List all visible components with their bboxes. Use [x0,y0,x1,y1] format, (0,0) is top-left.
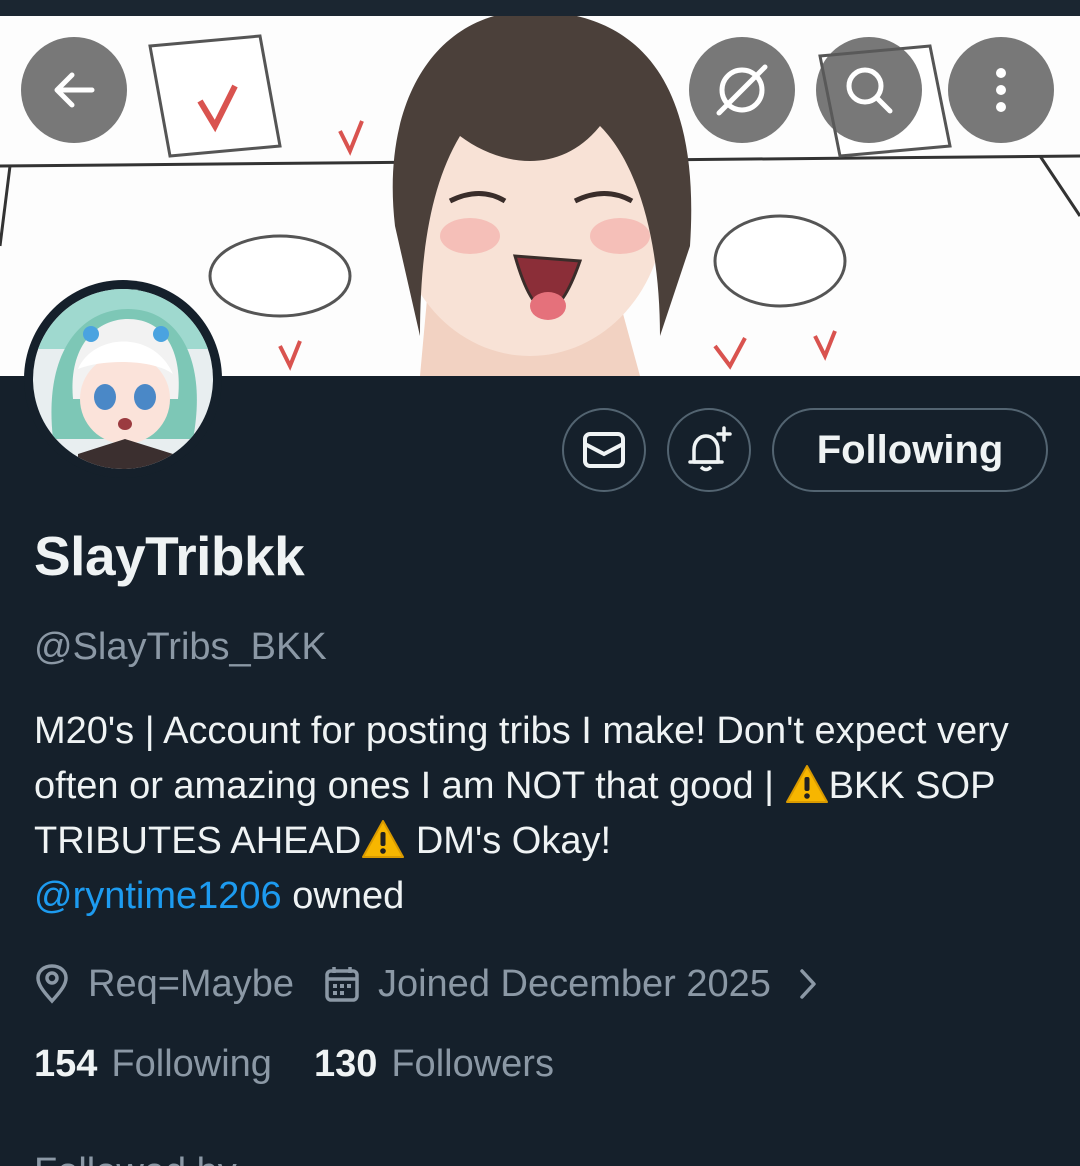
profile-bio: M20's | Account for posting tribs I make… [34,704,1054,924]
bio-text-3: DM's Okay! [405,820,612,862]
profile-meta: Req=Maybe Joined December 2025 [34,958,819,1010]
back-button[interactable] [21,37,127,143]
display-name: SlayTribkk [34,525,305,587]
arrow-left-icon [54,72,95,108]
followed-by-row[interactable]: Followed by ... [34,1146,1054,1166]
joined-date: Joined December 2025 [377,962,771,1005]
warning-icon [785,765,828,803]
bio-text-4: owned [281,875,405,917]
status-strip [0,0,1080,16]
profile-handle: @SlayTribs_BKK [34,626,327,668]
warning-icon [362,820,405,858]
following-stat[interactable]: 154 Following [34,1043,272,1086]
followers-count: 130 [313,1043,378,1085]
chevron-right-icon[interactable] [797,967,819,1001]
avatar[interactable] [24,280,222,478]
envelope-icon [583,432,625,468]
search-button[interactable] [816,37,922,143]
bell-plus-icon [688,426,732,472]
message-button[interactable] [562,408,646,492]
followers-label: Followers [391,1043,554,1085]
calendar-icon [324,965,360,1003]
following-label: Following [111,1043,272,1085]
more-options-button[interactable] [948,37,1054,143]
avatar-image [33,289,213,469]
following-button-label: Following [816,427,1004,472]
follow-stats: 154 Following 130 Followers [34,1043,554,1086]
bio-mention-link[interactable]: @ryntime1206 [34,875,282,917]
more-vertical-icon [996,68,1006,112]
hide-banner-button[interactable] [689,37,795,143]
notifications-button[interactable] [667,408,751,492]
followed-by-text: Followed by ... [34,1150,1054,1166]
search-icon [846,67,893,114]
location-text: Req=Maybe [88,962,294,1005]
following-count: 154 [34,1043,98,1085]
location-pin-icon [34,964,70,1004]
eye-slash-circle-icon [716,64,768,116]
following-button[interactable]: Following [772,408,1048,492]
followers-stat[interactable]: 130 Followers [314,1043,554,1086]
